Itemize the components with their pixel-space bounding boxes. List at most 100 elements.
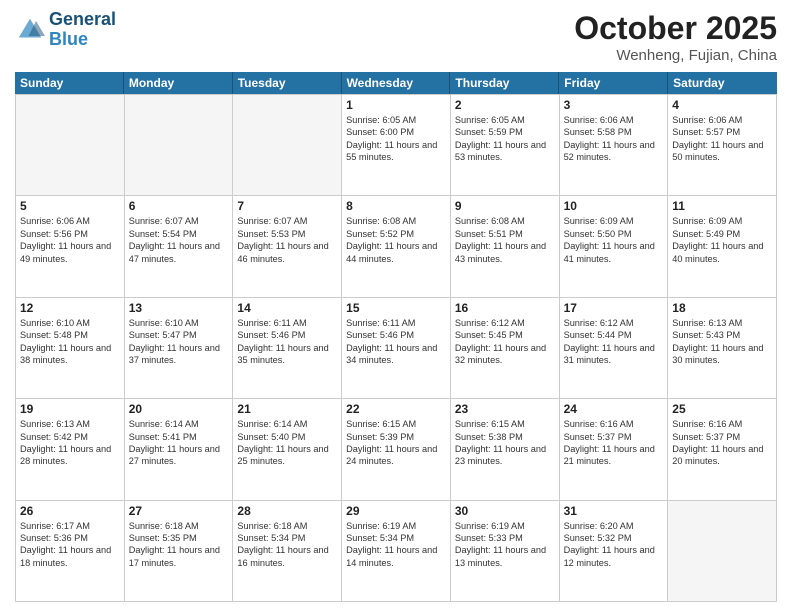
- cal-cell-27: 27 Sunrise: 6:18 AM Sunset: 5:35 PM Dayli…: [125, 501, 234, 602]
- cal-cell-7: 7Sunrise: 6:07 AM Sunset: 5:53 PM Daylig…: [233, 196, 342, 297]
- day-number: 12: [20, 301, 120, 315]
- day-number: 31: [564, 504, 664, 518]
- day-info: Sunrise: 6:15 AM Sunset: 5:39 PM Dayligh…: [346, 418, 446, 468]
- day-number: 19: [20, 402, 120, 416]
- day-info: Sunrise: 6:13 AM Sunset: 5:42 PM Dayligh…: [20, 418, 120, 468]
- cal-cell-29: 29Sunrise: 6:19 AM Sunset: 5:34 PM Dayli…: [342, 501, 451, 602]
- weekday-header-monday: Monday: [124, 72, 233, 94]
- weekday-header-saturday: Saturday: [668, 72, 777, 94]
- day-info: Sunrise: 6:05 AM Sunset: 5:59 PM Dayligh…: [455, 114, 555, 164]
- day-number: 27: [129, 504, 229, 518]
- day-number: 7: [237, 199, 337, 213]
- day-number: 1: [346, 98, 446, 112]
- day-number: 24: [564, 402, 664, 416]
- day-number: 5: [20, 199, 120, 213]
- cal-cell-22: 22 Sunrise: 6:15 AM Sunset: 5:39 PM Dayli…: [342, 399, 451, 500]
- day-number: 9: [455, 199, 555, 213]
- day-number: 3: [564, 98, 664, 112]
- day-number: 20: [129, 402, 229, 416]
- day-info: Sunrise: 6:09 AM Sunset: 5:49 PM Dayligh…: [672, 215, 772, 265]
- month-title: October 2025: [574, 10, 777, 47]
- cal-cell-3: 3 Sunrise: 6:06 AM Sunset: 5:58 PM Daylig…: [560, 95, 669, 196]
- day-info: Sunrise: 6:06 AM Sunset: 5:58 PM Dayligh…: [564, 114, 664, 164]
- day-info: Sunrise: 6:11 AM Sunset: 5:46 PM Dayligh…: [346, 317, 446, 367]
- cal-cell-6: 6 Sunrise: 6:07 AM Sunset: 5:54 PM Daylig…: [125, 196, 234, 297]
- cal-cell-28: 28 Sunrise: 6:18 AM Sunset: 5:34 PM Dayli…: [233, 501, 342, 602]
- cal-cell-11: 11 Sunrise: 6:09 AM Sunset: 5:49 PM Dayli…: [668, 196, 777, 297]
- day-number: 28: [237, 504, 337, 518]
- weekday-header-sunday: Sunday: [15, 72, 124, 94]
- day-number: 10: [564, 199, 664, 213]
- day-number: 4: [672, 98, 772, 112]
- day-number: 29: [346, 504, 446, 518]
- day-info: Sunrise: 6:09 AM Sunset: 5:50 PM Dayligh…: [564, 215, 664, 265]
- day-info: Sunrise: 6:18 AM Sunset: 5:35 PM Dayligh…: [129, 520, 229, 570]
- day-info: Sunrise: 6:08 AM Sunset: 5:51 PM Dayligh…: [455, 215, 555, 265]
- day-info: Sunrise: 6:11 AM Sunset: 5:46 PM Dayligh…: [237, 317, 337, 367]
- cal-cell-18: 18Sunrise: 6:13 AM Sunset: 5:43 PM Dayli…: [668, 298, 777, 399]
- calendar-body: 1 Sunrise: 6:05 AM Sunset: 6:00 PM Daylig…: [15, 94, 777, 602]
- calendar-container: General Blue October 2025 Wenheng, Fujia…: [0, 0, 792, 612]
- day-info: Sunrise: 6:10 AM Sunset: 5:48 PM Dayligh…: [20, 317, 120, 367]
- day-number: 15: [346, 301, 446, 315]
- day-info: Sunrise: 6:06 AM Sunset: 5:57 PM Dayligh…: [672, 114, 772, 164]
- cal-cell-17: 17 Sunrise: 6:12 AM Sunset: 5:44 PM Dayli…: [560, 298, 669, 399]
- day-info: Sunrise: 6:12 AM Sunset: 5:45 PM Dayligh…: [455, 317, 555, 367]
- day-info: Sunrise: 6:19 AM Sunset: 5:33 PM Dayligh…: [455, 520, 555, 570]
- weekday-header-thursday: Thursday: [450, 72, 559, 94]
- logo-icon: [15, 15, 45, 45]
- day-number: 21: [237, 402, 337, 416]
- cal-cell-20: 20Sunrise: 6:14 AM Sunset: 5:41 PM Dayli…: [125, 399, 234, 500]
- day-info: Sunrise: 6:14 AM Sunset: 5:40 PM Dayligh…: [237, 418, 337, 468]
- day-number: 26: [20, 504, 120, 518]
- logo-line1: General: [49, 10, 116, 30]
- day-number: 2: [455, 98, 555, 112]
- day-number: 22: [346, 402, 446, 416]
- day-number: 23: [455, 402, 555, 416]
- cal-cell-empty-0-0: [16, 95, 125, 196]
- day-info: Sunrise: 6:07 AM Sunset: 5:54 PM Dayligh…: [129, 215, 229, 265]
- cal-cell-8: 8Sunrise: 6:08 AM Sunset: 5:52 PM Daylig…: [342, 196, 451, 297]
- day-number: 25: [672, 402, 772, 416]
- cal-cell-21: 21 Sunrise: 6:14 AM Sunset: 5:40 PM Dayli…: [233, 399, 342, 500]
- cal-cell-9: 9 Sunrise: 6:08 AM Sunset: 5:51 PM Daylig…: [451, 196, 560, 297]
- day-info: Sunrise: 6:17 AM Sunset: 5:36 PM Dayligh…: [20, 520, 120, 570]
- day-info: Sunrise: 6:12 AM Sunset: 5:44 PM Dayligh…: [564, 317, 664, 367]
- day-info: Sunrise: 6:10 AM Sunset: 5:47 PM Dayligh…: [129, 317, 229, 367]
- cal-cell-empty-0-2: [233, 95, 342, 196]
- day-info: Sunrise: 6:08 AM Sunset: 5:52 PM Dayligh…: [346, 215, 446, 265]
- logo: General Blue: [15, 10, 116, 50]
- cal-cell-empty-0-1: [125, 95, 234, 196]
- calendar-header: SundayMondayTuesdayWednesdayThursdayFrid…: [15, 72, 777, 94]
- cal-cell-13: 13Sunrise: 6:10 AM Sunset: 5:47 PM Dayli…: [125, 298, 234, 399]
- cal-cell-25: 25 Sunrise: 6:16 AM Sunset: 5:37 PM Dayli…: [668, 399, 777, 500]
- logo-line2: Blue: [49, 30, 116, 50]
- day-number: 18: [672, 301, 772, 315]
- header: General Blue October 2025 Wenheng, Fujia…: [15, 10, 777, 64]
- day-info: Sunrise: 6:16 AM Sunset: 5:37 PM Dayligh…: [672, 418, 772, 468]
- weekday-header-tuesday: Tuesday: [233, 72, 342, 94]
- logo-text: General Blue: [49, 10, 116, 50]
- day-number: 11: [672, 199, 772, 213]
- cal-cell-24: 24 Sunrise: 6:16 AM Sunset: 5:37 PM Dayli…: [560, 399, 669, 500]
- day-number: 17: [564, 301, 664, 315]
- day-number: 6: [129, 199, 229, 213]
- cal-cell-2: 2 Sunrise: 6:05 AM Sunset: 5:59 PM Daylig…: [451, 95, 560, 196]
- cal-cell-1: 1 Sunrise: 6:05 AM Sunset: 6:00 PM Daylig…: [342, 95, 451, 196]
- cal-cell-19: 19 Sunrise: 6:13 AM Sunset: 5:42 PM Dayli…: [16, 399, 125, 500]
- day-number: 16: [455, 301, 555, 315]
- calendar: SundayMondayTuesdayWednesdayThursdayFrid…: [15, 72, 777, 602]
- cal-cell-4: 4 Sunrise: 6:06 AM Sunset: 5:57 PM Daylig…: [668, 95, 777, 196]
- day-info: Sunrise: 6:06 AM Sunset: 5:56 PM Dayligh…: [20, 215, 120, 265]
- cal-cell-30: 30Sunrise: 6:19 AM Sunset: 5:33 PM Dayli…: [451, 501, 560, 602]
- weekday-header-wednesday: Wednesday: [342, 72, 451, 94]
- day-info: Sunrise: 6:05 AM Sunset: 6:00 PM Dayligh…: [346, 114, 446, 164]
- cal-cell-14: 14Sunrise: 6:11 AM Sunset: 5:46 PM Dayli…: [233, 298, 342, 399]
- cal-cell-26: 26 Sunrise: 6:17 AM Sunset: 5:36 PM Dayli…: [16, 501, 125, 602]
- weekday-header-friday: Friday: [559, 72, 668, 94]
- day-info: Sunrise: 6:16 AM Sunset: 5:37 PM Dayligh…: [564, 418, 664, 468]
- day-info: Sunrise: 6:18 AM Sunset: 5:34 PM Dayligh…: [237, 520, 337, 570]
- title-block: October 2025 Wenheng, Fujian, China: [574, 10, 777, 64]
- day-info: Sunrise: 6:15 AM Sunset: 5:38 PM Dayligh…: [455, 418, 555, 468]
- location: Wenheng, Fujian, China: [574, 47, 777, 64]
